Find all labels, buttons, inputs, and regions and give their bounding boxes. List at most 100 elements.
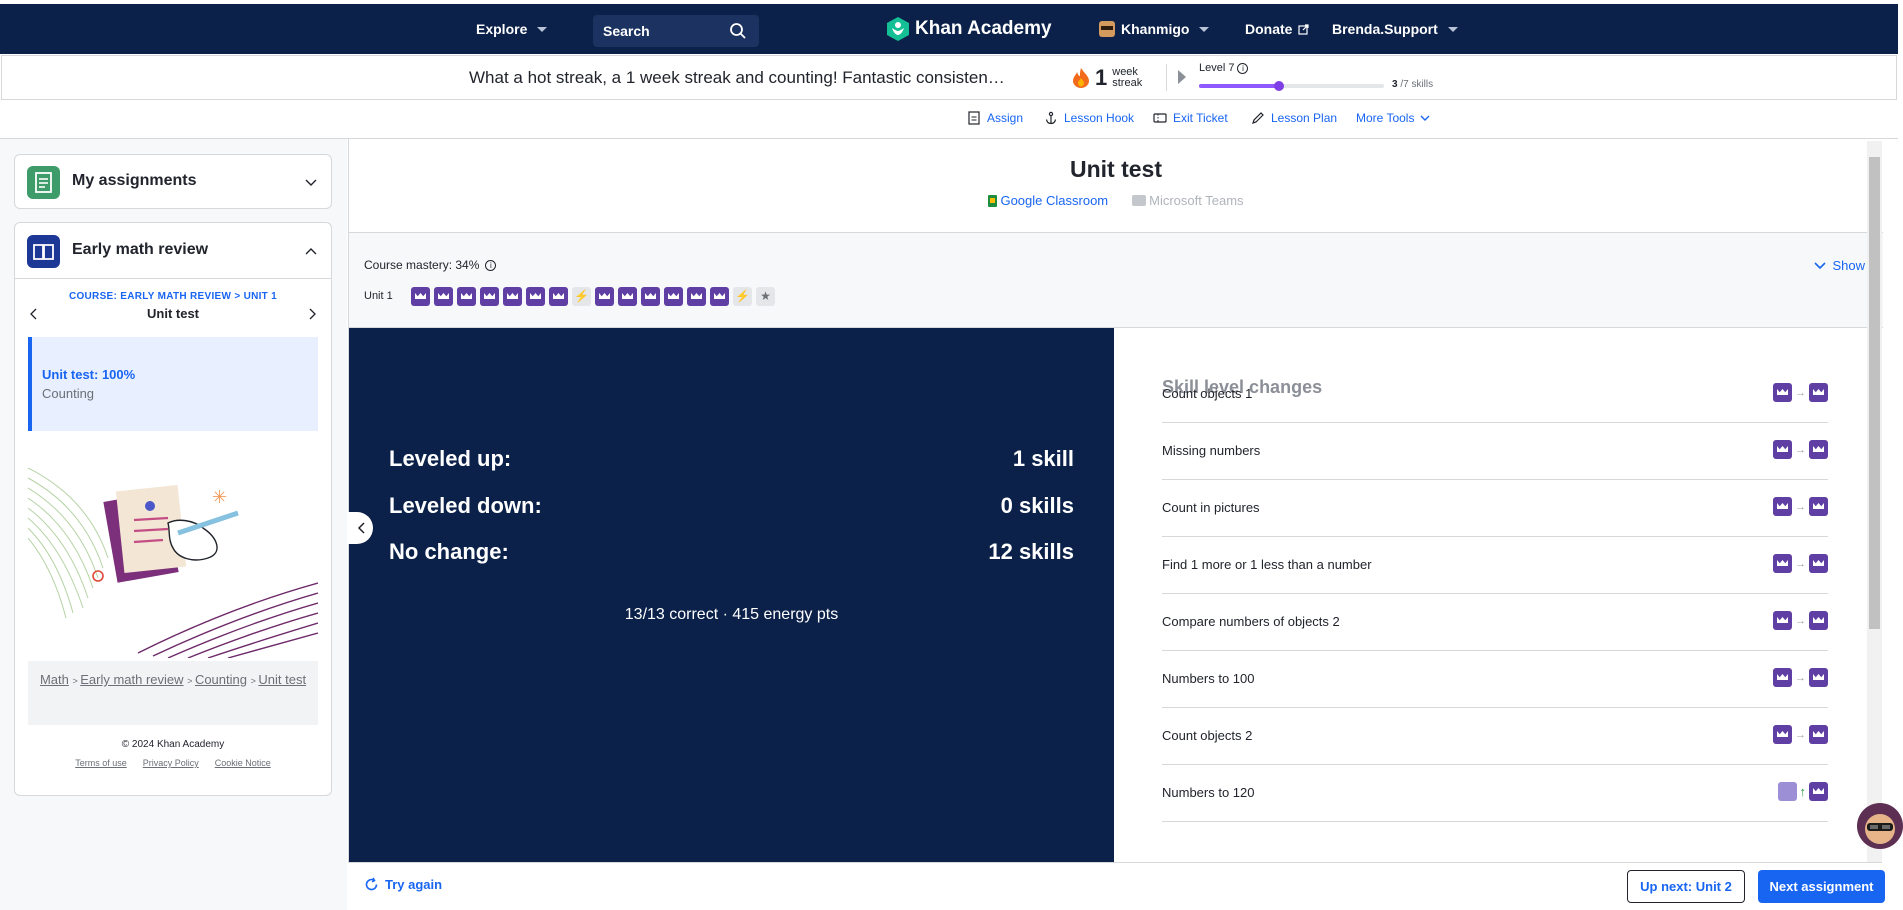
info-icon[interactable]: i xyxy=(1237,62,1249,74)
skill-row: Compare numbers of objects 2 → xyxy=(1162,595,1828,651)
course-breadcrumb[interactable]: COURSE: EARLY MATH REVIEW > UNIT 1 xyxy=(15,291,331,302)
my-assignments-card[interactable]: My assignments xyxy=(14,154,332,209)
skill-name: Count objects 2 xyxy=(1162,728,1253,743)
chevron-right-icon[interactable] xyxy=(309,308,317,320)
chevron-left-icon xyxy=(357,522,365,534)
mastered-crown-icon[interactable] xyxy=(480,287,499,306)
assign-label: Assign xyxy=(987,111,1024,125)
user-menu[interactable]: Brenda.Support xyxy=(1332,4,1458,54)
khanmigo-assistant-button[interactable] xyxy=(1857,803,1903,849)
terms-link[interactable]: Terms of use xyxy=(75,758,127,768)
skill-row: Numbers to 100 → xyxy=(1162,652,1828,708)
skill-name: Compare numbers of objects 2 xyxy=(1162,614,1340,629)
skills-total: /7 skills xyxy=(1400,79,1434,90)
chevron-down-icon xyxy=(1199,26,1210,32)
result-subtitle: Counting xyxy=(42,386,95,401)
crumb-early-math[interactable]: Early math review xyxy=(80,672,183,687)
result-title: Unit test: 100% xyxy=(42,367,136,382)
course-card: Early math review COURSE: EARLY MATH REV… xyxy=(14,222,332,796)
khan-academy-logo[interactable]: Khan Academy xyxy=(887,4,1052,54)
crumb-counting[interactable]: Counting xyxy=(195,672,247,687)
course-title[interactable]: Early math review xyxy=(72,241,208,259)
mastered-crown-icon[interactable] xyxy=(641,287,660,306)
scrollbar[interactable] xyxy=(1867,141,1882,910)
no-change-value: 12 skills xyxy=(988,539,1074,564)
google-classroom-link[interactable]: Google Classroom xyxy=(988,193,1108,208)
next-assignment-button[interactable]: Next assignment xyxy=(1758,870,1885,903)
mastered-crown-icon[interactable] xyxy=(618,287,637,306)
mastered-crown-icon[interactable] xyxy=(503,287,522,306)
info-icon[interactable]: i xyxy=(485,259,497,271)
khanmigo-menu[interactable]: Khanmigo xyxy=(1099,4,1210,54)
mastery-label-wrap: Course mastery: 34% i xyxy=(364,258,497,272)
microsoft-teams-link[interactable]: Microsoft Teams xyxy=(1132,193,1244,208)
leveled-up-label: Leveled up: xyxy=(389,446,512,471)
arrow-up-icon: ↑ xyxy=(1799,784,1807,799)
crumb-unit-test[interactable]: Unit test xyxy=(258,672,306,687)
skill-level-change: ↑ xyxy=(1777,782,1828,801)
search-input[interactable]: Search xyxy=(593,15,759,47)
skill-level-change: → xyxy=(1773,611,1828,630)
level-skills: 3 /7 skills xyxy=(1392,79,1433,90)
mastered-crown-icon[interactable] xyxy=(457,287,476,306)
more-tools-label: More Tools xyxy=(1356,111,1415,125)
khanmigo-avatar-icon xyxy=(1865,814,1895,844)
streak-counter[interactable]: 1 week streak xyxy=(1072,65,1142,91)
quiz-bolt-icon[interactable]: ⚡ xyxy=(572,287,591,306)
lesson-hook-button[interactable]: Lesson Hook xyxy=(1044,111,1134,125)
crumb-math[interactable]: Math xyxy=(40,672,69,687)
play-icon[interactable] xyxy=(1178,70,1186,84)
mastered-crown-icon[interactable] xyxy=(595,287,614,306)
cookie-link[interactable]: Cookie Notice xyxy=(215,758,271,768)
assign-button[interactable]: Assign xyxy=(967,111,1023,125)
khan-leaf-icon xyxy=(887,17,909,41)
skill-name: Numbers to 120 xyxy=(1162,785,1255,800)
search-placeholder: Search xyxy=(603,23,650,39)
unit-test-star-icon[interactable]: ★ xyxy=(756,287,775,306)
mastered-crown-icon xyxy=(1773,440,1792,459)
divider xyxy=(1166,64,1167,91)
up-next-button[interactable]: Up next: Unit 2 xyxy=(1627,870,1745,903)
ticket-icon xyxy=(1153,113,1167,123)
explore-menu[interactable]: Explore xyxy=(476,4,548,54)
skill-level-change: → xyxy=(1773,725,1828,744)
show-toggle[interactable]: Show xyxy=(1814,258,1865,273)
skill-level-change: → xyxy=(1773,668,1828,687)
mastered-crown-icon[interactable] xyxy=(526,287,545,306)
mastered-crown-icon[interactable] xyxy=(549,287,568,306)
khanmigo-label: Khanmigo xyxy=(1121,21,1190,37)
no-change-label: No change: xyxy=(389,539,509,564)
mastered-crown-icon xyxy=(1809,668,1828,687)
exit-ticket-button[interactable]: Exit Ticket xyxy=(1153,111,1228,125)
arrow-right-icon: → xyxy=(1795,728,1806,741)
skill-name: Count in pictures xyxy=(1162,500,1260,515)
external-link-icon xyxy=(1298,23,1310,35)
more-tools-button[interactable]: More Tools xyxy=(1356,111,1430,125)
privacy-link[interactable]: Privacy Policy xyxy=(143,758,199,768)
chevron-down-icon xyxy=(537,26,548,32)
mastered-crown-icon[interactable] xyxy=(411,287,430,306)
mastered-crown-icon[interactable] xyxy=(434,287,453,306)
exit-ticket-label: Exit Ticket xyxy=(1173,111,1228,125)
mastered-crown-icon[interactable] xyxy=(710,287,729,306)
mastered-crown-icon[interactable] xyxy=(664,287,683,306)
unit-test-result-item[interactable]: Unit test: 100% Counting xyxy=(28,337,318,431)
chevron-up-icon[interactable] xyxy=(305,247,317,255)
skill-row: Numbers to 120 ↑ xyxy=(1162,766,1828,822)
arrow-right-icon: → xyxy=(1795,614,1806,627)
top-navigation: Explore Search Khan Academy Khanmigo Don… xyxy=(0,4,1898,54)
arrow-right-icon: → xyxy=(1795,500,1806,513)
skill-row: Missing numbers → xyxy=(1162,424,1828,480)
quiz-bolt-icon[interactable]: ⚡ xyxy=(733,287,752,306)
chevron-down-icon[interactable] xyxy=(305,179,317,187)
anchor-icon xyxy=(1045,111,1057,125)
skill-row: Count in pictures → xyxy=(1162,481,1828,537)
scrollbar-thumb[interactable] xyxy=(1869,157,1880,629)
level-label-wrap: Level 7 i xyxy=(1199,62,1249,74)
mastered-crown-icon[interactable] xyxy=(687,287,706,306)
arrow-right-icon: → xyxy=(1795,671,1806,684)
lesson-plan-button[interactable]: Lesson Plan xyxy=(1251,111,1337,125)
skill-name: Find 1 more or 1 less than a number xyxy=(1162,557,1372,572)
donate-link[interactable]: Donate xyxy=(1245,4,1310,54)
try-again-button[interactable]: Try again xyxy=(364,877,442,892)
